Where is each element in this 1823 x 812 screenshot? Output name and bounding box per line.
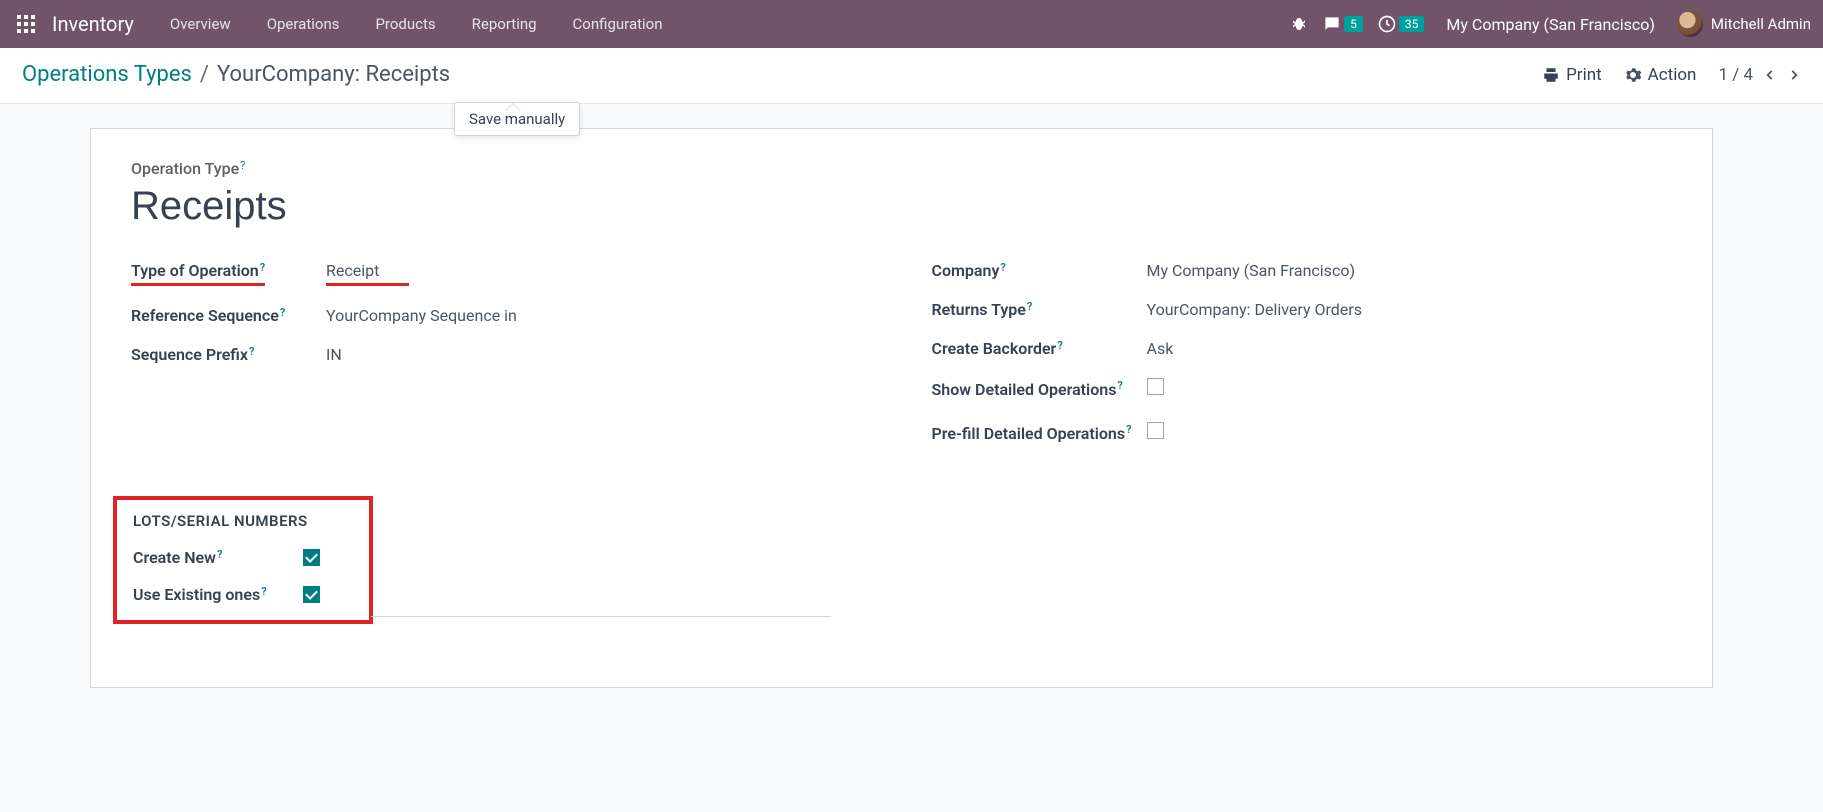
- menu-overview[interactable]: Overview: [152, 0, 249, 48]
- operation-type-label-row: Operation Type?: [131, 159, 1672, 178]
- help-icon[interactable]: ?: [260, 261, 265, 274]
- menu-products[interactable]: Products: [357, 0, 453, 48]
- user-menu[interactable]: Mitchell Admin: [1677, 11, 1815, 37]
- apps-icon[interactable]: [8, 6, 44, 42]
- row-sequence-prefix: Sequence Prefix? IN: [131, 335, 872, 374]
- pager-prev[interactable]: [1763, 68, 1777, 82]
- activities-icon[interactable]: 35: [1377, 14, 1425, 34]
- lots-section-title: LOTS/SERIAL NUMBERS: [133, 512, 353, 530]
- pager-text: 1 / 4: [1718, 65, 1753, 85]
- help-icon[interactable]: ?: [1027, 300, 1032, 313]
- value-sequence-prefix[interactable]: IN: [326, 345, 342, 364]
- label-type-of-operation: Type of Operation?: [131, 261, 326, 280]
- help-icon[interactable]: ?: [240, 159, 245, 172]
- print-label: Print: [1566, 65, 1602, 85]
- pager: 1 / 4: [1718, 65, 1801, 85]
- help-icon[interactable]: ?: [1000, 261, 1005, 274]
- checkbox-create-new[interactable]: [303, 549, 320, 566]
- row-show-detailed: Show Detailed Operations?: [932, 368, 1673, 412]
- chevron-left-icon: [1763, 68, 1777, 82]
- checkbox-show-detailed[interactable]: [1147, 378, 1164, 395]
- left-column: Type of Operation? Receipt Reference Seq…: [131, 251, 872, 456]
- label-company: Company?: [932, 261, 1147, 280]
- operation-type-label: Operation Type: [131, 159, 239, 178]
- row-type-of-operation: Type of Operation? Receipt: [131, 251, 872, 296]
- navbar: Inventory Overview Operations Products R…: [0, 0, 1823, 48]
- control-right: Print Action 1 / 4: [1542, 65, 1801, 85]
- navbar-right: 5 35 My Company (San Francisco) Mitchell…: [1290, 11, 1815, 37]
- row-company: Company? My Company (San Francisco): [932, 251, 1673, 290]
- label-returns-type: Returns Type?: [932, 300, 1147, 319]
- columns: Type of Operation? Receipt Reference Seq…: [131, 251, 1672, 456]
- action-label: Action: [1648, 65, 1697, 85]
- breadcrumb-current: YourCompany: Receipts: [217, 62, 450, 87]
- section-divider: [371, 616, 831, 617]
- label-create-backorder: Create Backorder?: [932, 339, 1147, 358]
- value-company[interactable]: My Company (San Francisco): [1147, 261, 1356, 280]
- help-icon[interactable]: ?: [1126, 423, 1131, 436]
- checkbox-prefill[interactable]: [1147, 422, 1164, 439]
- print-button[interactable]: Print: [1542, 65, 1602, 85]
- help-icon[interactable]: ?: [280, 306, 285, 319]
- row-returns-type: Returns Type? YourCompany: Delivery Orde…: [932, 290, 1673, 329]
- company-switcher[interactable]: My Company (San Francisco): [1438, 15, 1663, 34]
- activities-badge: 35: [1399, 16, 1425, 32]
- label-use-existing: Use Existing ones?: [133, 585, 303, 604]
- help-icon[interactable]: ?: [261, 585, 266, 598]
- save-tooltip: Save manually: [454, 102, 580, 136]
- row-use-existing: Use Existing ones?: [133, 567, 353, 604]
- label-sequence-prefix: Sequence Prefix?: [131, 345, 326, 364]
- row-prefill: Pre-fill Detailed Operations?: [932, 412, 1673, 456]
- messages-badge: 5: [1344, 16, 1363, 32]
- user-name: Mitchell Admin: [1711, 15, 1811, 33]
- pager-next[interactable]: [1787, 68, 1801, 82]
- form-sheet: Operation Type? Type of Operation? Recei…: [90, 128, 1713, 688]
- label-reference-sequence: Reference Sequence?: [131, 306, 326, 325]
- navbar-left: Inventory Overview Operations Products R…: [8, 0, 681, 48]
- action-button[interactable]: Action: [1624, 65, 1697, 85]
- label-show-detailed: Show Detailed Operations?: [932, 378, 1147, 402]
- help-icon[interactable]: ?: [249, 345, 254, 358]
- control-bar: Operations Types / YourCompany: Receipts…: [0, 48, 1823, 104]
- chevron-right-icon: [1787, 68, 1801, 82]
- debug-icon[interactable]: [1290, 15, 1308, 33]
- label-create-new: Create New?: [133, 548, 303, 567]
- row-create-new: Create New?: [133, 530, 353, 567]
- breadcrumb-link[interactable]: Operations Types: [22, 62, 192, 87]
- print-icon: [1542, 66, 1560, 84]
- menu-reporting[interactable]: Reporting: [454, 0, 555, 48]
- main-menu: Overview Operations Products Reporting C…: [152, 0, 681, 48]
- breadcrumb-sep: /: [200, 62, 209, 87]
- messages-icon[interactable]: 5: [1322, 14, 1363, 34]
- label-prefill: Pre-fill Detailed Operations?: [932, 422, 1147, 446]
- row-create-backorder: Create Backorder? Ask: [932, 329, 1673, 368]
- brand[interactable]: Inventory: [48, 12, 148, 36]
- help-icon[interactable]: ?: [1117, 379, 1122, 392]
- value-returns-type[interactable]: YourCompany: Delivery Orders: [1147, 300, 1362, 319]
- avatar: [1677, 11, 1703, 37]
- help-icon[interactable]: ?: [1057, 339, 1062, 352]
- lots-section: LOTS/SERIAL NUMBERS Create New? Use Exis…: [131, 496, 831, 617]
- value-reference-sequence[interactable]: YourCompany Sequence in: [326, 306, 517, 325]
- menu-operations[interactable]: Operations: [249, 0, 358, 48]
- highlight-box: LOTS/SERIAL NUMBERS Create New? Use Exis…: [113, 496, 373, 624]
- name-input[interactable]: [131, 178, 1672, 245]
- checkbox-use-existing[interactable]: [303, 586, 320, 603]
- right-column: Company? My Company (San Francisco) Retu…: [932, 251, 1673, 456]
- breadcrumb: Operations Types / YourCompany: Receipts: [22, 62, 450, 87]
- menu-configuration[interactable]: Configuration: [555, 0, 681, 48]
- value-type-of-operation[interactable]: Receipt: [326, 261, 409, 286]
- sheet-wrap: Operation Type? Type of Operation? Recei…: [0, 104, 1823, 728]
- row-reference-sequence: Reference Sequence? YourCompany Sequence…: [131, 296, 872, 335]
- gear-icon: [1624, 66, 1642, 84]
- value-create-backorder[interactable]: Ask: [1147, 339, 1174, 358]
- help-icon[interactable]: ?: [217, 548, 222, 561]
